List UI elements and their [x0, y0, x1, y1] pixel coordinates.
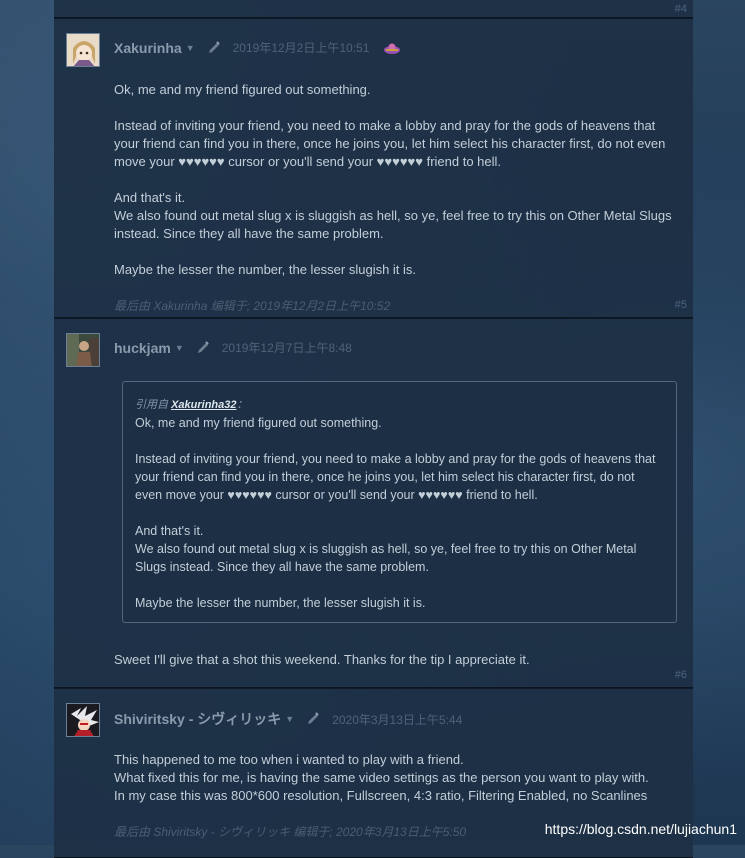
post-header: huckjam ▼ 2019年12月7日上午8:48 [114, 339, 352, 356]
avatar[interactable] [66, 333, 100, 367]
edited-note: 最后由 Shiviritsky - シヴィリッキ 编辑于; 2020年3月13日… [114, 825, 467, 839]
comment-post-5: Xakurinha ▼ 2019年12月2日上午10:51 Ok, me and… [54, 18, 693, 318]
post-header: Xakurinha ▼ 2019年12月2日上午10:51 [114, 39, 401, 56]
post-body: This happened to me too when i wanted to… [114, 751, 679, 805]
chevron-down-icon[interactable]: ▼ [285, 714, 294, 724]
quote-author-link[interactable]: Xakurinha32 [171, 399, 236, 411]
post-paragraph: Instead of inviting your friend, you nee… [114, 118, 666, 169]
author-name[interactable]: Xakurinha [114, 40, 182, 56]
quote-paragraph: Ok, me and my friend figured out somethi… [135, 416, 382, 430]
post-paragraph: And that's it. We also found out metal s… [114, 190, 672, 241]
pencil-icon [308, 712, 319, 724]
avatar[interactable] [66, 33, 100, 67]
quote-suffix: ： [236, 399, 248, 411]
post-body: Ok, me and my friend figured out somethi… [114, 81, 679, 279]
post-header: Shiviritsky - シヴィリッキ ▼ 2020年3月13日上午5:44 [114, 709, 462, 729]
post-paragraph: Sweet I'll give that a shot this weekend… [114, 652, 530, 667]
comment-post-4: #4 [54, 0, 693, 18]
post-paragraph: This happened to me too when i wanted to… [114, 752, 649, 803]
quote-header: 引用自 Xakurinha32： [135, 396, 664, 414]
avatar[interactable] [66, 703, 100, 737]
quote-prefix: 引用自 [135, 399, 172, 411]
quote-paragraph: And that's it. We also found out metal s… [135, 524, 637, 574]
post-date[interactable]: 2019年12月7日上午8:48 [222, 339, 352, 356]
comment-thread: #4 Xakurinha ▼ 2019年12月2日上午10:51 Ok, me … [54, 0, 693, 858]
award-icon[interactable] [383, 41, 401, 55]
post-number[interactable]: #5 [675, 299, 687, 311]
edited-note: 最后由 Xakurinha 编辑于; 2019年12月2日上午10:52 [114, 299, 391, 313]
chevron-down-icon[interactable]: ▼ [186, 43, 195, 53]
post-number[interactable]: #4 [675, 3, 687, 15]
pencil-icon [197, 340, 209, 353]
author-name[interactable]: Shiviritsky - シヴィリッキ [114, 709, 281, 729]
quote-block: 引用自 Xakurinha32： Ok, me and my friend fi… [122, 381, 677, 623]
post-date[interactable]: 2020年3月13日上午5:44 [332, 711, 462, 728]
chevron-down-icon[interactable]: ▼ [175, 343, 184, 353]
author-name[interactable]: huckjam [114, 340, 171, 356]
post-date[interactable]: 2019年12月2日上午10:51 [233, 39, 370, 56]
quote-paragraph: Maybe the lesser the number, the lesser … [135, 596, 426, 610]
quote-paragraph: Instead of inviting your friend, you nee… [135, 452, 656, 502]
pencil-icon [208, 40, 220, 53]
post-number[interactable]: #6 [675, 669, 687, 681]
watermark: https://blog.csdn.net/lujiachun1 [544, 821, 737, 837]
comment-post-6: huckjam ▼ 2019年12月7日上午8:48 引用自 Xakurinha… [54, 318, 693, 688]
post-body: Sweet I'll give that a shot this weekend… [114, 651, 679, 669]
post-paragraph: Ok, me and my friend figured out somethi… [114, 82, 371, 97]
post-paragraph: Maybe the lesser the number, the lesser … [114, 262, 417, 277]
